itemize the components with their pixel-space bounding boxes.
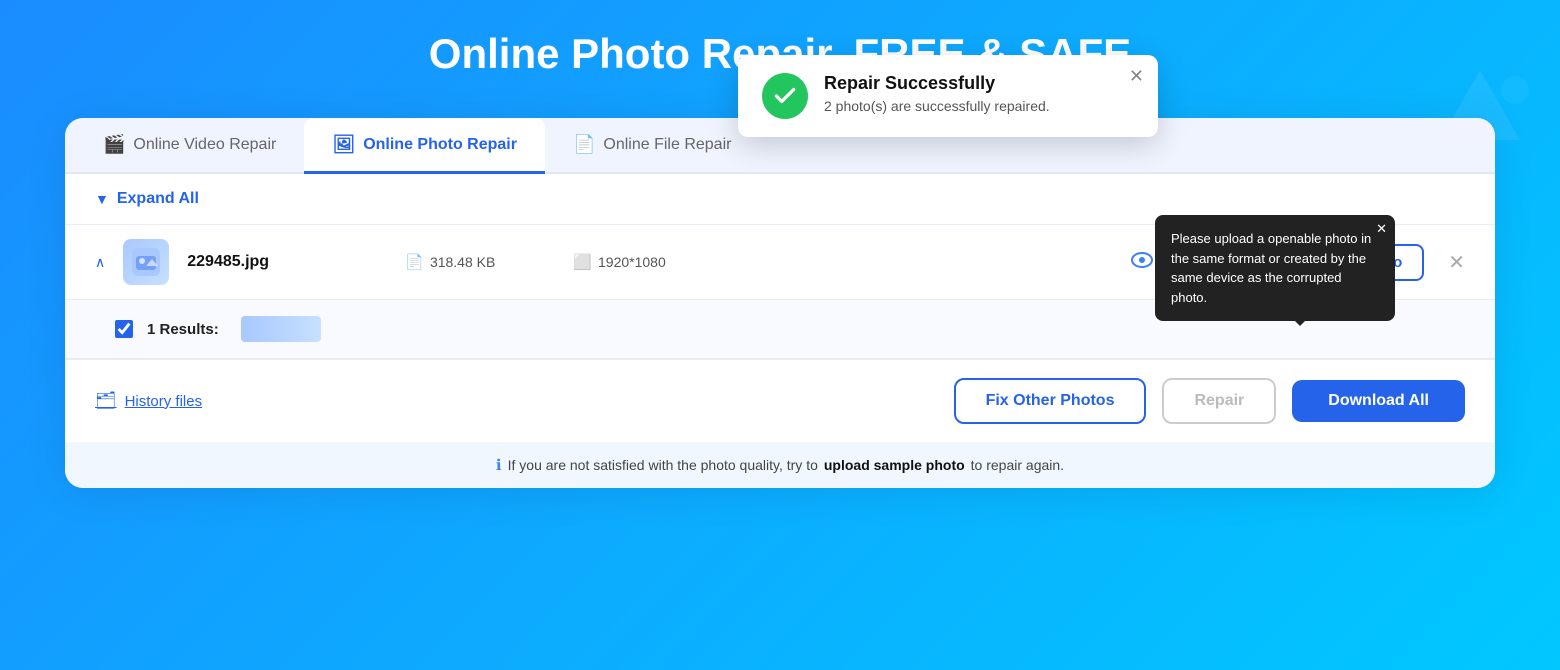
info-bold-text: upload sample photo <box>824 457 965 473</box>
history-files-link[interactable]: 🗂 History files <box>95 391 202 411</box>
info-bar: ℹ If you are not satisfied with the phot… <box>65 442 1495 488</box>
success-notification: Repair Successfully 2 photo(s) are succe… <box>738 55 1158 137</box>
tab-video-label: Online Video Repair <box>133 136 276 154</box>
file-row-toggle[interactable]: ∧ <box>95 254 105 271</box>
results-preview-bar <box>241 316 321 342</box>
file-size-icon: 📄 <box>405 253 424 271</box>
chevron-down-icon: ▼ <box>95 191 109 207</box>
tab-file[interactable]: 📄 Online File Repair <box>545 118 759 174</box>
notification-message: 2 photo(s) are successfully repaired. <box>824 98 1050 114</box>
notification-close-button[interactable]: ✕ <box>1129 67 1144 85</box>
notification-title: Repair Successfully <box>824 73 1050 94</box>
footer-bar: 🗂 History files Fix Other Photos Repair … <box>65 359 1495 442</box>
remove-file-button[interactable]: ✕ <box>1448 250 1465 275</box>
file-dimensions-meta: ⬜ 1920*1080 <box>573 253 665 271</box>
results-count-label: 1 Results: <box>147 321 219 338</box>
results-checkbox[interactable] <box>115 320 133 338</box>
info-icon: ℹ <box>496 456 502 474</box>
upload-sample-tooltip: ✕ Please upload a openable photo in the … <box>1155 215 1395 321</box>
tooltip-close-button[interactable]: ✕ <box>1376 221 1387 237</box>
repair-button: Repair <box>1162 378 1276 424</box>
file-tab-icon: 📄 <box>573 134 595 155</box>
info-text-start: If you are not satisfied with the photo … <box>508 457 818 473</box>
download-all-button[interactable]: Download All <box>1292 380 1465 422</box>
tab-file-label: Online File Repair <box>603 136 731 154</box>
info-text-end: to repair again. <box>971 457 1064 473</box>
tab-photo[interactable]: 🖼 Online Photo Repair <box>304 118 545 174</box>
history-files-label: History files <box>125 393 203 410</box>
fix-other-photos-button[interactable]: Fix Other Photos <box>954 378 1147 424</box>
card-body: ▼ Expand All ∧ 229485.jpg 📄 318.48 KB ⬜ <box>65 174 1495 488</box>
file-row: ∧ 229485.jpg 📄 318.48 KB ⬜ 1920*1080 <box>65 225 1495 300</box>
history-icon: 🗂 <box>95 391 117 411</box>
file-size: 318.48 KB <box>430 254 495 270</box>
file-thumbnail <box>123 239 169 285</box>
expand-all-button[interactable]: Expand All <box>117 190 199 208</box>
tab-video[interactable]: 🎬 Online Video Repair <box>75 118 304 174</box>
file-dimensions: 1920*1080 <box>598 254 666 270</box>
tab-photo-label: Online Photo Repair <box>363 136 517 154</box>
main-card: 🎬 Online Video Repair 🖼 Online Photo Rep… <box>65 118 1495 488</box>
dimensions-icon: ⬜ <box>573 253 592 271</box>
success-icon <box>762 73 808 119</box>
photo-tab-icon: 🖼 <box>332 134 355 155</box>
preview-button[interactable] <box>1131 251 1153 274</box>
file-name: 229485.jpg <box>187 253 347 271</box>
file-actions: (1) Upload Sample Photo ✕ ✕ Please uploa… <box>1131 244 1465 281</box>
success-text: Repair Successfully 2 photo(s) are succe… <box>824 73 1050 114</box>
video-tab-icon: 🎬 <box>103 134 125 155</box>
file-size-meta: 📄 318.48 KB <box>405 253 495 271</box>
tooltip-text: Please upload a openable photo in the sa… <box>1171 231 1371 305</box>
